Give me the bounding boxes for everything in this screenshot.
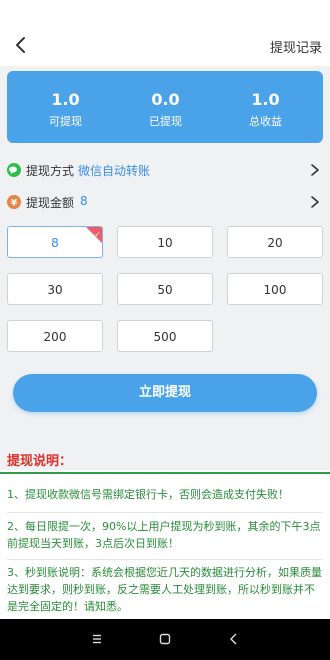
wechat-icon	[7, 162, 21, 177]
balance-summary-card: 1.0 可提现 0.0 已提现 1.0 总收益	[7, 71, 323, 143]
stat-label: 已提现	[149, 115, 182, 128]
top-bar: 提现记录	[0, 0, 330, 66]
selected-badge: ✓	[86, 227, 102, 243]
notes-title: 提现说明：	[7, 454, 73, 469]
system-nav-bar	[0, 619, 330, 660]
withdraw-amount-row[interactable]: ¥ 提现金额 8	[0, 186, 330, 216]
stat-available: 1.0 可提现	[13, 90, 118, 129]
withdraw-method-row[interactable]: 提现方式 微信自动转账	[0, 154, 330, 184]
note-item: 2、每日限提一次，90%以上用户提现为秒到账，其余的下午3点前提现当天到账，3点…	[7, 520, 321, 550]
stat-label: 可提现	[49, 115, 82, 128]
menu-icon[interactable]	[89, 631, 105, 647]
amount-option-label: 200	[43, 330, 67, 344]
stat-value: 1.0	[51, 90, 80, 109]
amount-option-10[interactable]: 10	[117, 226, 213, 258]
amount-option-200[interactable]: 200	[7, 320, 103, 352]
note-divider	[7, 559, 323, 560]
withdraw-amount-label: 提现金额	[26, 196, 75, 210]
back-button[interactable]	[10, 34, 32, 56]
note-divider	[7, 512, 323, 513]
amount-option-label: 20	[267, 236, 283, 250]
chevron-right-icon	[310, 194, 320, 208]
amount-option-label: 500	[153, 330, 177, 344]
note-item: 3、秒到账说明：系统会根据您近几天的数据进行分析，如果质量达到要求，则秒到账，反…	[7, 566, 322, 613]
amount-option-30[interactable]: 30	[7, 273, 103, 305]
withdraw-method-value: 微信自动转账	[78, 164, 151, 178]
amount-option-500[interactable]: 500	[117, 320, 213, 352]
amount-option-100[interactable]: 100	[227, 273, 323, 305]
chevron-right-icon	[310, 162, 320, 176]
withdraw-now-button[interactable]: 立即提现	[13, 374, 317, 412]
notes-divider	[0, 472, 330, 474]
amount-option-label: 50	[157, 283, 173, 297]
stat-label: 总收益	[249, 115, 282, 128]
stat-withdrawn: 0.0 已提现	[113, 90, 218, 129]
chevron-left-icon	[16, 37, 25, 53]
stat-value: 0.0	[151, 90, 180, 109]
back-icon[interactable]	[226, 631, 242, 647]
check-icon: ✓	[94, 230, 101, 239]
amount-option-label: 8	[51, 236, 59, 250]
withdraw-amount-value: 8	[80, 194, 88, 208]
amount-option-50[interactable]: 50	[117, 273, 213, 305]
withdraw-method-label: 提现方式	[26, 164, 75, 178]
yen-icon: ¥	[7, 194, 21, 209]
amount-option-label: 100	[263, 283, 287, 297]
amount-option-20[interactable]: 20	[227, 226, 323, 258]
amount-option-label: 10	[157, 236, 173, 250]
home-icon[interactable]	[157, 631, 173, 647]
stat-value: 1.0	[251, 90, 280, 109]
amount-option-8[interactable]: 8 ✓	[7, 226, 103, 258]
stat-total-earnings: 1.0 总收益	[213, 90, 318, 129]
note-item: 1、提现收款微信号需绑定银行卡，否则会造成支付失败！	[7, 488, 289, 501]
withdraw-history-link[interactable]: 提现记录	[270, 37, 322, 56]
amount-option-label: 30	[47, 283, 63, 297]
svg-text:¥: ¥	[11, 199, 18, 209]
